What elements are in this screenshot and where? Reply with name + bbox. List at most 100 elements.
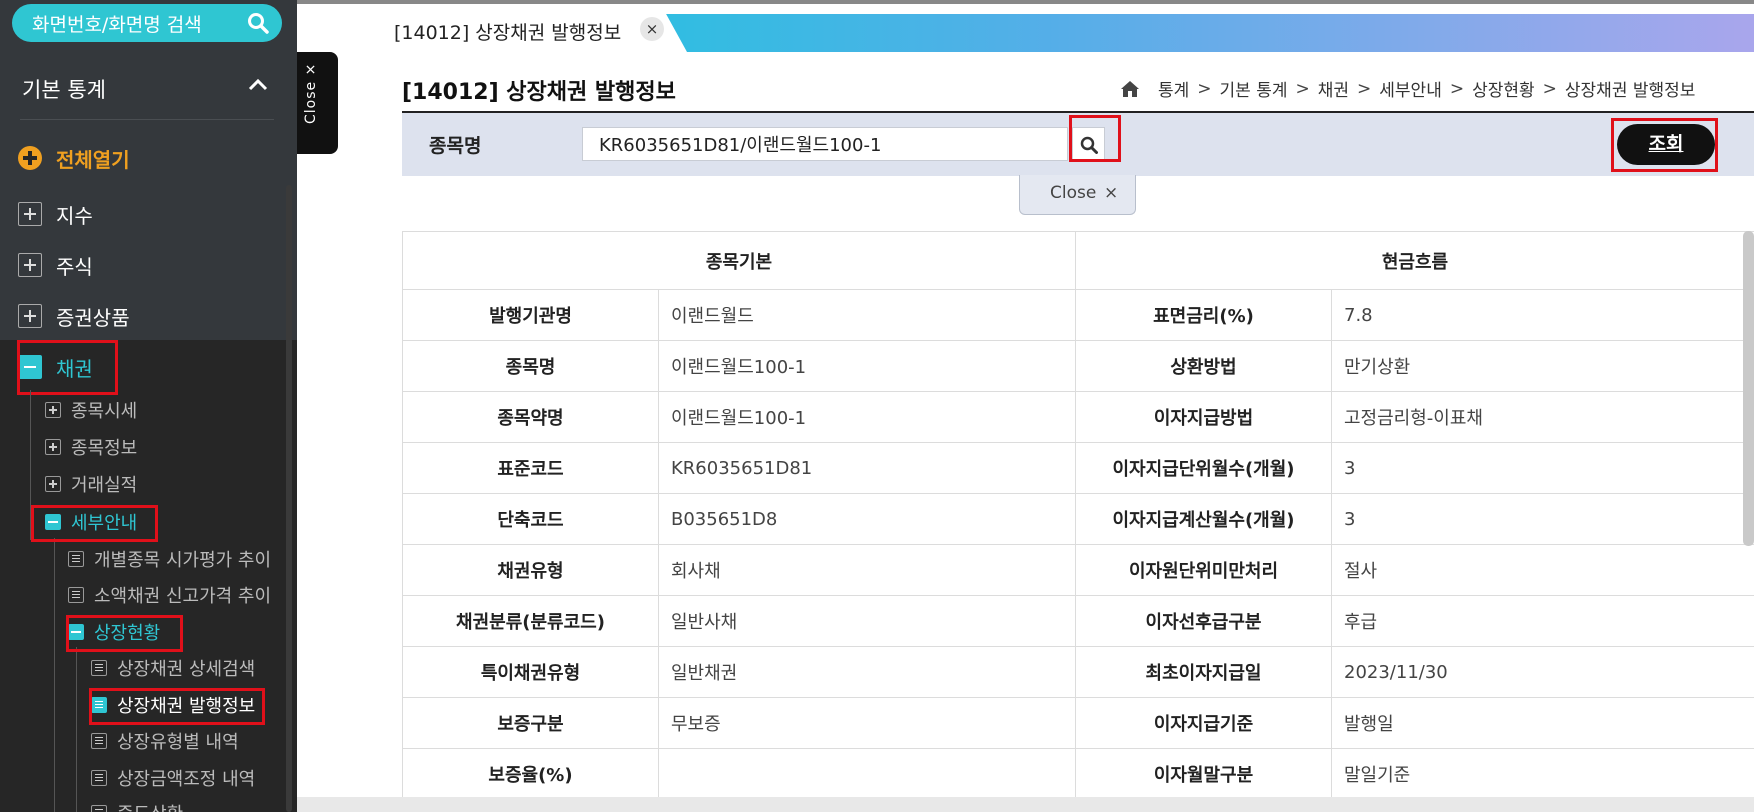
sidebar-item-label: 증권상품 [56,305,130,330]
table-row: 표준코드 KR6035651D81 이자지급단위월수(개월) 3 [402,442,1754,494]
menu-search-field[interactable]: 화면번호/화면명 검색 [12,4,282,42]
sidebar-subitem-detail-search[interactable]: 상장채권 상세검색 [91,655,255,681]
vertical-scrollbar[interactable] [1743,231,1754,546]
highlight-box [31,505,158,542]
plus-box-icon [45,402,61,418]
breadcrumb-item[interactable]: 상장현황 [1472,76,1535,101]
bond-info-table: 종목기본 현금흐름 발행기관명 이랜드월드 표면금리(%) 7.8 종목명 이랜드월드10… [402,231,1754,800]
chevron-right-icon: > [1357,78,1372,99]
chevron-right-icon: > [1449,78,1465,99]
field-label: 종목약명 [402,391,659,443]
search-icon[interactable] [246,11,270,35]
highlight-box [1611,118,1718,172]
sidebar-item-label: 주식 [56,254,93,279]
document-icon [91,805,107,812]
expand-all-button[interactable]: 전체열기 [56,144,130,173]
sidebar-scrollbar[interactable] [286,185,292,812]
top-border [297,0,1754,4]
menu-search-placeholder: 화면번호/화면명 검색 [32,14,202,36]
table-row: 보증구분 무보증 이자지급기준 발행일 [402,697,1754,749]
document-icon [91,660,107,676]
field-value: 이랜드월드100-1 [658,340,1076,392]
sidebar-subitem-quotes[interactable]: 종목시세 [45,397,137,423]
table-row: 채권유형 회사채 이자원단위미만처리 절사 [402,544,1754,596]
tree-line [54,538,55,812]
sidebar-subitem-label: 상장채권 상세검색 [117,659,256,680]
sidebar-subitem-listing-type[interactable]: 상장유형별 내역 [91,728,239,754]
sidebar-close-tab[interactable]: Close × [297,52,338,154]
document-icon [91,770,107,786]
chevron-right-icon: > [1197,78,1212,99]
sidebar-subitem-trading[interactable]: 거래실적 [45,471,137,497]
field-value: 발행일 [1331,697,1754,749]
breadcrumb-item[interactable]: 통계 [1158,76,1189,101]
chevron-up-icon[interactable] [247,76,269,92]
home-icon[interactable] [1120,80,1140,98]
page-title: [14012] 상장채권 발행정보 [402,80,676,105]
highlight-box [1069,115,1121,162]
tab-close-button[interactable]: × [640,17,664,41]
field-value: 무보증 [658,697,1076,749]
tab-label[interactable]: [14012] 상장채권 발행정보 [394,18,621,45]
sidebar-subitem-label: 소액채권 신고가격 추이 [94,586,272,607]
field-label: 이자지급단위월수(개월) [1075,442,1332,494]
sidebar-item-index[interactable]: 지수 [18,199,93,229]
field-label: 단축코드 [402,493,659,545]
sidebar-item-securities[interactable]: 증권상품 [18,301,130,331]
field-value: 3 [1331,442,1754,494]
close-search-panel-button[interactable]: Close × [1019,175,1136,215]
sidebar-divider [20,119,274,120]
highlight-box [66,615,183,652]
plus-circle-icon [18,146,42,170]
field-value: 후급 [1331,595,1754,647]
search-label: 종목명 [429,135,482,157]
field-label: 보증구분 [402,697,659,749]
table-row: 종목명 이랜드월드100-1 상환방법 만기상환 [402,340,1754,392]
breadcrumb-item[interactable]: 기본 통계 [1220,76,1288,101]
bond-name-input[interactable] [582,127,1068,161]
plus-box-icon [45,476,61,492]
close-label: Close [1050,183,1097,203]
document-icon [68,587,84,603]
sidebar: 화면번호/화면명 검색 기본 통계 전체열기 지수 주식 증권상품 채권 종목시… [0,0,297,812]
chevron-right-icon: > [1542,78,1557,99]
sidebar-subitem-info[interactable]: 종목정보 [45,434,137,460]
sidebar-subitem-label: 종목시세 [71,401,138,422]
breadcrumb-item[interactable]: 상장채권 발행정보 [1565,76,1696,101]
table-header-row: 종목기본 현금흐름 [402,231,1754,290]
document-icon [91,733,107,749]
field-label: 표면금리(%) [1075,289,1332,341]
table-row: 단축코드 B035651D8 이자지급계산월수(개월) 3 [402,493,1754,545]
table-row: 발행기관명 이랜드월드 표면금리(%) 7.8 [402,289,1754,341]
table-header: 종목기본 [402,231,1076,290]
field-value: B035651D8 [658,493,1076,545]
breadcrumb-item[interactable]: 채권 [1318,76,1349,101]
table-header: 현금흐름 [1075,231,1754,290]
breadcrumb-item[interactable]: 세부안내 [1379,76,1442,101]
sidebar-close-label: Close × [303,62,319,124]
close-icon: × [1104,183,1119,203]
field-label: 최초이자지급일 [1075,646,1332,698]
field-value: 고정금리형-이표채 [1331,391,1754,443]
horizontal-scrollbar[interactable] [297,797,1754,812]
field-label: 이자선후급구분 [1075,595,1332,647]
sidebar-subitem-amount-adjust[interactable]: 상장금액조정 내역 [91,765,255,791]
field-value: 절사 [1331,544,1754,596]
highlight-box [89,688,265,725]
field-value: 말일기준 [1331,748,1754,800]
plus-box-icon [45,439,61,455]
field-label: 채권분류(분류코드) [402,595,659,647]
field-label: 표준코드 [402,442,659,494]
sidebar-subitem-label: 중도상환 [117,800,183,812]
field-value: 회사채 [658,544,1076,596]
field-value: KR6035651D81 [658,442,1076,494]
sidebar-subitem-small-bond[interactable]: 소액채권 신고가격 추이 [68,582,271,608]
field-value: 이랜드월드 [658,289,1076,341]
field-label: 상환방법 [1075,340,1332,392]
field-label: 발행기관명 [402,289,659,341]
document-icon [68,551,84,567]
table-row: 채권분류(분류코드) 일반사채 이자선후급구분 후급 [402,595,1754,647]
sidebar-item-stock[interactable]: 주식 [18,250,93,280]
sidebar-subitem-valuation[interactable]: 개별종목 시가평가 추이 [68,546,271,572]
sidebar-subitem-early-redemption[interactable]: 중도상환 [91,800,183,812]
